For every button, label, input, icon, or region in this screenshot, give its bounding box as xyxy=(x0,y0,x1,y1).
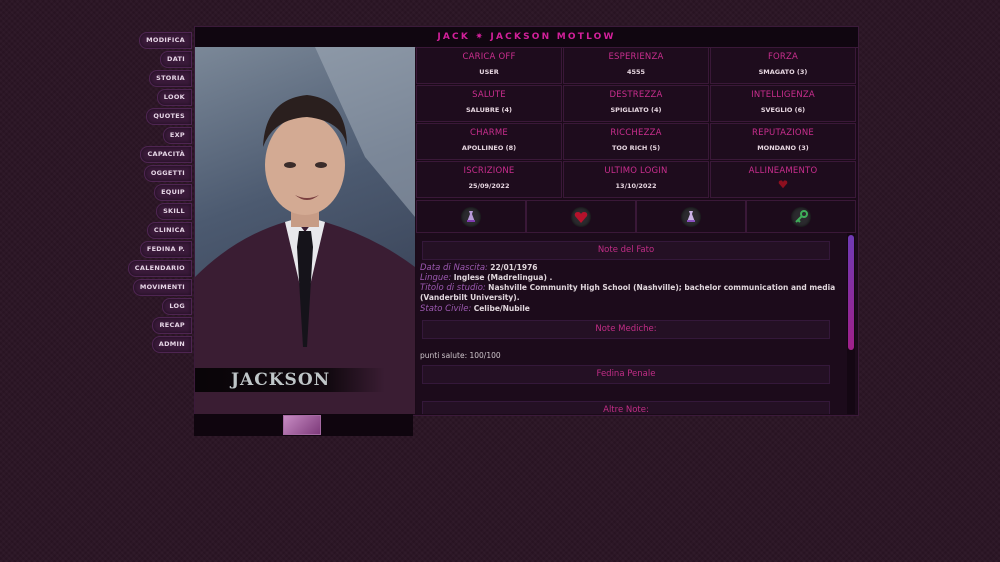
stat-label: CHARME xyxy=(470,128,508,138)
character-portrait: JACKSON xyxy=(195,47,415,414)
notes-altre-header: Altre Note: xyxy=(422,401,830,414)
stat-label: CARICA OFF xyxy=(462,52,516,62)
stat-salute: SALUTE SALUBRE (4) xyxy=(416,85,562,122)
notes-fato-header: Note del Fato xyxy=(422,241,830,260)
menu-item-modifica[interactable]: MODIFICA xyxy=(139,32,192,49)
stat-value: SALUBRE (4) xyxy=(465,106,513,114)
stat-value: MONDANO (3) xyxy=(757,144,809,152)
study-line: Titolo di studio: Nashville Community Hi… xyxy=(420,283,840,303)
birth-date-value: 22/01/1976 xyxy=(490,263,538,272)
icon-cell-2[interactable] xyxy=(526,200,636,233)
portrait-footer xyxy=(194,414,413,436)
notes-mediche-header: Note Mediche: xyxy=(422,320,830,339)
stat-forza: FORZA SMAGATO (3) xyxy=(710,47,856,84)
stat-label: FORZA xyxy=(767,52,799,62)
icon-cell-4[interactable] xyxy=(746,200,856,233)
stat-value: USER xyxy=(479,68,499,76)
stat-value: SVEGLIO (6) xyxy=(760,106,806,114)
potion-icon[interactable] xyxy=(461,207,481,227)
stat-label: ALLINEAMENTO xyxy=(748,166,818,176)
icon-cell-1[interactable] xyxy=(416,200,526,233)
civil-status-line: Stato Civile: Celibe/Nubile xyxy=(420,304,840,314)
notes-scrollbar[interactable] xyxy=(847,233,855,414)
stat-label: ULTIMO LOGIN xyxy=(604,166,668,176)
menu-item-calendario[interactable]: CALENDARIO xyxy=(127,260,192,277)
key-icon[interactable] xyxy=(791,207,811,227)
menu-item-skill[interactable]: SKILL xyxy=(156,203,192,220)
study-label: Titolo di studio: xyxy=(420,283,486,293)
civil-status-value: Celibe/Nubile xyxy=(473,304,530,313)
heart-icon[interactable] xyxy=(571,207,591,227)
stat-destrezza: DESTREZZA SPIGLIATO (4) xyxy=(563,85,709,122)
menu-item-equip[interactable]: EQUIP xyxy=(154,184,192,201)
stat-value: 25/09/2022 xyxy=(468,182,510,190)
menu-item-movimenti[interactable]: MOVIMENTI xyxy=(132,279,192,296)
menu-item-look[interactable]: LOOK xyxy=(156,89,192,106)
stat-label: SALUTE xyxy=(472,90,506,100)
birth-date-line: Data di Nascita: 22/01/1976 xyxy=(420,263,840,273)
stat-ricchezza: RICCHEZZA TOO RICH (5) xyxy=(563,123,709,160)
action-icon-row xyxy=(416,200,857,233)
stat-label: RICCHEZZA xyxy=(610,128,662,138)
stat-label: DESTREZZA xyxy=(609,90,663,100)
civil-status-label: Stato Civile: xyxy=(420,304,472,314)
stat-allineamento: ALLINEAMENTO xyxy=(710,161,856,198)
thumbnail-image[interactable] xyxy=(283,415,321,435)
stat-value: TOO RICH (5) xyxy=(611,144,661,152)
stat-value: SMAGATO (3) xyxy=(758,68,808,76)
stat-esperienza: ESPERIENZA 4555 xyxy=(563,47,709,84)
notes-scrollbar-thumb[interactable] xyxy=(848,235,854,350)
profile-panel: JACK ✷ JACKSON MOTLOW JACKSON CARICA OFF… xyxy=(194,26,859,416)
icon-cell-3[interactable] xyxy=(636,200,746,233)
health-points-line: punti salute: 100/100 xyxy=(420,351,501,360)
stat-label: INTELLIGENZA xyxy=(751,90,815,100)
menu-item-dati[interactable]: DATI xyxy=(160,51,192,68)
menu-item-admin[interactable]: ADMIN xyxy=(151,336,192,353)
stat-value: APOLLINEO (8) xyxy=(461,144,517,152)
stat-charme: CHARME APOLLINEO (8) xyxy=(416,123,562,160)
stat-reputazione: REPUTAZIONE MONDANO (3) xyxy=(710,123,856,160)
menu-item-log[interactable]: LOG xyxy=(162,298,192,315)
notes-fedina-header: Fedina Penale xyxy=(422,365,830,384)
stat-label: ISCRIZIONE xyxy=(463,166,515,176)
stat-value: SPIGLIATO (4) xyxy=(610,106,662,114)
notes-section: Note del Fato Data di Nascita: 22/01/197… xyxy=(416,233,857,414)
menu-item-storia[interactable]: STORIA xyxy=(149,70,192,87)
alignment-heart-icon xyxy=(778,180,788,189)
stat-intelligenza: INTELLIGENZA SVEGLIO (6) xyxy=(710,85,856,122)
potion-icon[interactable] xyxy=(681,207,701,227)
stat-label: REPUTAZIONE xyxy=(752,128,814,138)
stat-ultimo-login: ULTIMO LOGIN 13/10/2022 xyxy=(563,161,709,198)
portrait-illustration xyxy=(195,47,415,414)
menu-item-capacità[interactable]: CAPACITÀ xyxy=(140,146,192,163)
stat-label: ESPERIENZA xyxy=(608,52,664,62)
menu-item-quotes[interactable]: QUOTES xyxy=(146,108,192,125)
languages-line: Lingue: Inglese (Madrelingua) . xyxy=(420,273,840,283)
stat-iscrizione: ISCRIZIONE 25/09/2022 xyxy=(416,161,562,198)
stat-carica-off: CARICA OFF USER xyxy=(416,47,562,84)
stat-value: 4555 xyxy=(626,68,646,76)
menu-item-recap[interactable]: RECAP xyxy=(152,317,192,334)
menu-item-oggetti[interactable]: OGGETTI xyxy=(143,165,192,182)
stat-value: 13/10/2022 xyxy=(615,182,657,190)
languages-value: Inglese (Madrelingua) . xyxy=(453,273,553,282)
character-title: JACK ✷ JACKSON MOTLOW xyxy=(195,27,858,48)
menu-item-clinica[interactable]: CLINICA xyxy=(146,222,192,239)
portrait-name-banner: JACKSON xyxy=(195,368,385,392)
menu-item-fedina-p[interactable]: FEDINA P. xyxy=(139,241,192,258)
menu-item-exp[interactable]: EXP xyxy=(162,127,192,144)
languages-label: Lingue: xyxy=(420,273,452,283)
birth-date-label: Data di Nascita: xyxy=(420,263,488,273)
